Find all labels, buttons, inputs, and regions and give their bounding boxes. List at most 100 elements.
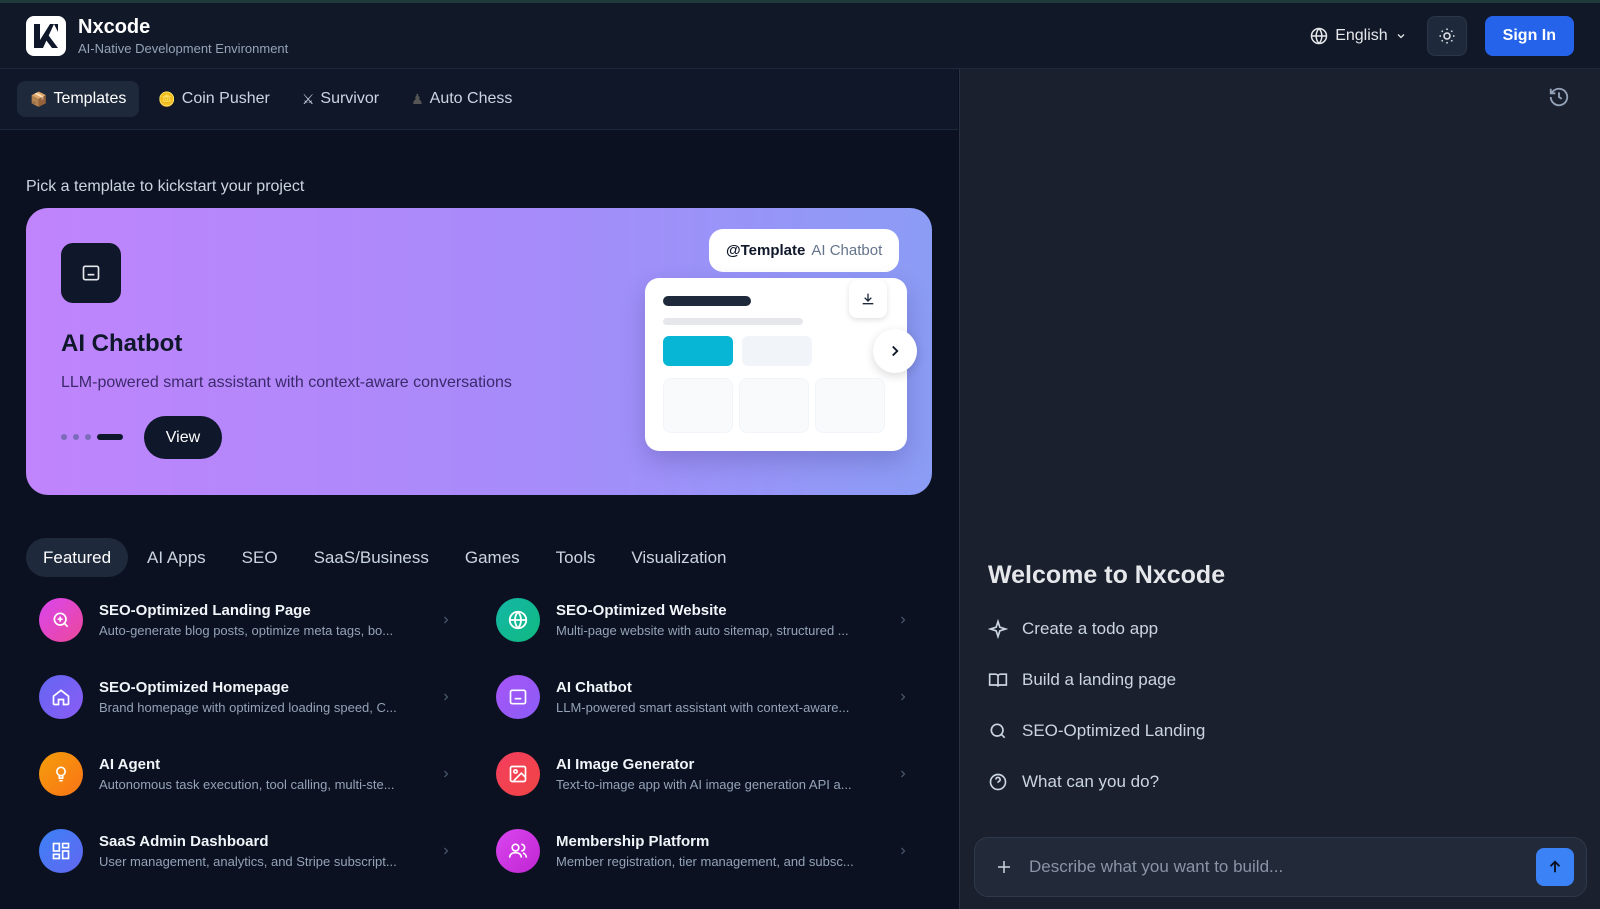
chat-icon [496,675,540,719]
carousel-next-button[interactable] [873,329,917,373]
hero-template-icon [61,243,121,303]
tab-label: Auto Chess [429,90,513,107]
brand: Nxcode AI-Native Development Environment [78,15,288,56]
dashboard-icon [39,829,83,873]
category-tools[interactable]: Tools [539,538,613,577]
template-title: AI Image Generator [556,756,695,773]
chevron-right-icon [893,691,913,703]
chevron-right-icon [436,614,456,626]
chevron-right-icon [893,845,913,857]
chevron-right-icon [893,614,913,626]
template-title: SEO-Optimized Homepage [99,679,290,696]
carousel-dot[interactable] [61,434,67,440]
language-label: English [1335,26,1388,44]
project-tab-bar: 📦 Templates 🪙 Coin Pusher ⚔ Survivor ♟ A… [0,69,958,130]
home-icon [39,675,83,719]
suggestion-landing-page[interactable]: Build a landing page [988,670,1176,690]
template-title: SEO-Optimized Landing Page [99,602,311,619]
tab-survivor[interactable]: ⚔ Survivor [289,81,392,117]
template-tag: @Template [726,242,806,259]
template-description: User management, analytics, and Stripe s… [99,854,397,869]
template-title: Membership Platform [556,833,710,850]
template-list-item[interactable]: AI Agent Autonomous task execution, tool… [26,744,456,804]
book-icon [988,673,1008,687]
carousel-dot-active[interactable] [97,434,123,440]
chevron-right-icon [436,768,456,780]
brand-name: Nxcode [78,16,151,38]
tab-label: Coin Pusher [181,90,270,107]
globe-icon [1310,27,1328,44]
category-featured[interactable]: Featured [26,538,129,577]
featured-template-carousel: AI Chatbot LLM-powered smart assistant w… [26,208,932,495]
template-title: AI Agent [99,756,161,773]
template-list-item[interactable]: AI Chatbot LLM-powered smart assistant w… [483,667,913,727]
theme-toggle-button[interactable] [1426,15,1467,56]
template-description: Text-to-image app with AI image generati… [556,777,852,792]
carousel-dot[interactable] [73,434,79,440]
template-mention-pill: @Template AI Chatbot [709,229,900,272]
sparkle-icon [988,619,1008,639]
category-seo[interactable]: SEO [225,538,295,577]
history-button[interactable] [1548,86,1570,113]
plus-icon[interactable] [995,858,1013,876]
hero-description: LLM-powered smart assistant with context… [61,374,512,391]
search-plus-icon [39,598,83,642]
coin-icon: 🪙 [158,90,176,107]
tab-coin-pusher[interactable]: 🪙 Coin Pusher [145,81,282,117]
nxcode-logo[interactable] [26,15,66,56]
chevron-right-icon [436,845,456,857]
tab-label: Templates [53,90,127,107]
download-button[interactable] [849,280,887,318]
nxcode-logo-icon [34,23,58,48]
language-selector[interactable]: English [1304,19,1412,53]
history-icon [1549,87,1569,107]
template-list-item[interactable]: SEO-Optimized Landing Page Auto-generate… [26,590,456,650]
image-icon [496,752,540,796]
category-saas-business[interactable]: SaaS/Business [297,538,446,577]
category-games[interactable]: Games [448,538,537,577]
category-filter: Featured AI Apps SEO SaaS/Business Games… [26,538,743,577]
suggestion-create-todo[interactable]: Create a todo app [988,619,1158,639]
template-preview-mockup [645,278,907,451]
chat-panel: Welcome to Nxcode Create a todo app Buil… [959,69,1600,909]
category-ai-apps[interactable]: AI Apps [130,538,223,577]
template-list-item[interactable]: Membership Platform Member registration,… [483,821,913,881]
globe-icon [496,598,540,642]
chat-icon [82,265,100,281]
package-icon: 📦 [30,90,48,107]
suggestion-what-can-you-do[interactable]: What can you do? [988,772,1159,792]
brand-tagline: AI-Native Development Environment [78,41,289,56]
template-title: SaaS Admin Dashboard [99,833,269,850]
template-list-item[interactable]: SaaS Admin Dashboard User management, an… [26,821,456,881]
template-description: Brand homepage with optimized loading sp… [99,700,397,715]
templates-subtitle: Pick a template to kickstart your projec… [26,178,305,195]
chevron-right-icon [893,768,913,780]
template-list-item[interactable]: AI Image Generator Text-to-image app wit… [483,744,913,804]
suggestion-label: Create a todo app [1022,619,1159,638]
tab-templates[interactable]: 📦 Templates [17,81,140,117]
category-visualization[interactable]: Visualization [614,538,743,577]
help-circle-icon [989,773,1007,791]
tab-auto-chess[interactable]: ♟ Auto Chess [398,81,525,117]
carousel-dot[interactable] [85,434,91,440]
template-list-item[interactable]: SEO-Optimized Website Multi-page website… [483,590,913,650]
view-template-button[interactable]: View [144,416,222,459]
template-name: AI Chatbot [811,242,883,259]
template-description: LLM-powered smart assistant with context… [556,700,850,715]
prompt-input[interactable] [1029,857,1536,877]
template-description: Multi-page website with auto sitemap, st… [556,623,849,638]
suggestion-seo-landing[interactable]: SEO-Optimized Landing [988,721,1205,741]
send-button[interactable] [1536,848,1574,886]
suggestion-label: What can you do? [1022,772,1160,791]
chevron-right-icon [892,345,899,357]
sun-icon [1439,28,1455,43]
chess-pawn-icon: ♟ [411,90,424,107]
users-icon [496,829,540,873]
template-list-item[interactable]: SEO-Optimized Homepage Brand homepage wi… [26,667,456,727]
templates-panel: Pick a template to kickstart your projec… [0,130,958,909]
sign-in-button[interactable]: Sign In [1484,15,1574,56]
download-icon [862,293,874,305]
template-description: Member registration, tier management, an… [556,854,854,869]
top-header: Nxcode AI-Native Development Environment… [0,3,1600,69]
hero-title: AI Chatbot [61,330,183,357]
